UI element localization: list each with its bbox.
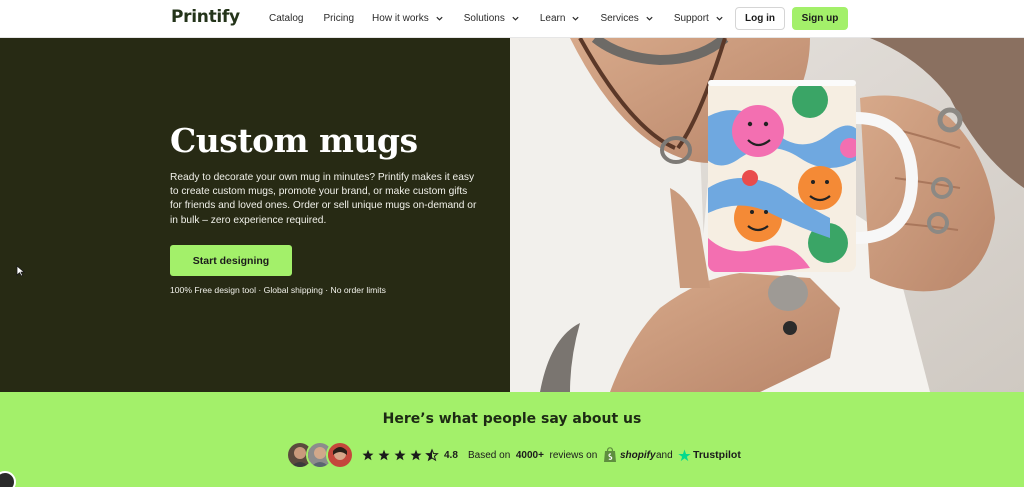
chevron-down-icon	[512, 16, 519, 21]
signup-button[interactable]: Sign up	[792, 7, 848, 30]
star-icon	[362, 449, 374, 461]
chevron-down-icon	[716, 16, 723, 21]
star-icon	[410, 449, 422, 461]
nav-support[interactable]: Support	[674, 13, 724, 24]
mouse-cursor-icon	[16, 265, 26, 277]
nav-support-label: Support	[673, 13, 709, 24]
chevron-down-icon	[646, 16, 653, 21]
and-text: and	[656, 450, 673, 461]
nav-pricing[interactable]: Pricing	[323, 13, 354, 24]
shopify-bag-icon	[604, 447, 616, 462]
nav-services[interactable]: Services	[600, 13, 653, 24]
nav-catalog-label: Catalog	[269, 13, 304, 24]
nav-pricing-label: Pricing	[323, 13, 355, 24]
nav-learn[interactable]: Learn	[540, 13, 581, 24]
review-count: 4000+	[515, 450, 544, 461]
nav-learn-label: Learn	[539, 13, 566, 24]
nav-catalog[interactable]: Catalog	[269, 13, 303, 24]
hero-note: 100% Free design tool · Global shipping …	[170, 285, 386, 295]
rating-stars	[362, 449, 438, 461]
nav-links: Catalog Pricing How it works Solutions L…	[269, 0, 724, 37]
reviews-on-text: reviews on	[549, 450, 598, 461]
based-on-text: Based on	[468, 450, 511, 461]
shopify-link[interactable]: shopify	[603, 446, 656, 464]
chevron-down-icon	[572, 16, 580, 21]
nav-solutions[interactable]: Solutions	[464, 13, 520, 24]
mug-photo	[510, 38, 1024, 392]
nav-how-it-works-label: How it works	[372, 13, 429, 24]
reviews-summary: Based on 4000+ reviews on	[468, 450, 597, 461]
trustpilot-star-icon	[678, 449, 691, 461]
reviews-band	[0, 392, 1024, 487]
nav-how-it-works[interactable]: How it works	[372, 13, 444, 24]
rating-value: 4.8	[444, 450, 458, 461]
star-icon	[378, 449, 390, 461]
mug-photo-illustration	[510, 38, 1024, 392]
reviewer-avatars	[286, 441, 356, 469]
hero-description: Ready to decorate your own mug in minute…	[170, 172, 477, 226]
nav-services-label: Services	[600, 13, 639, 24]
half-star-icon	[426, 449, 438, 461]
reviews-title: Here’s what people say about us	[382, 411, 642, 427]
trustpilot-link[interactable]: Trustpilot	[678, 447, 741, 463]
hero-title: Custom mugs	[170, 121, 418, 160]
login-button[interactable]: Log in	[735, 7, 785, 30]
top-navbar: Printify Catalog Pricing How it works So…	[0, 0, 1024, 38]
star-icon	[394, 449, 406, 461]
chevron-down-icon	[436, 16, 443, 21]
start-designing-button[interactable]: Start designing	[170, 245, 292, 276]
shopify-label: shopify	[620, 449, 656, 461]
nav-solutions-label: Solutions	[463, 13, 505, 24]
avatar	[326, 441, 354, 469]
trustpilot-label: Trustpilot	[693, 449, 741, 461]
printify-logo[interactable]: Printify	[171, 7, 240, 27]
